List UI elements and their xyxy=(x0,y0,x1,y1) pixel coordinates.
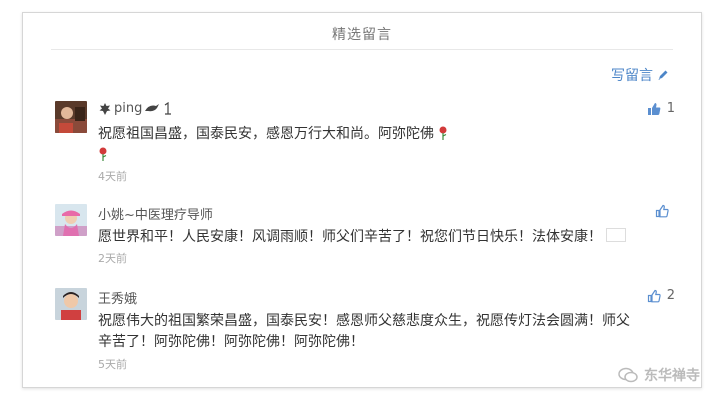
commenter-name: 王秀娥 xyxy=(98,288,137,307)
like-button[interactable]: 1 xyxy=(647,101,675,116)
write-comment-link[interactable]: 写留言 xyxy=(611,65,669,85)
like-button[interactable] xyxy=(655,204,675,218)
commenter-name-text: 小姚~中医理疗导师 xyxy=(98,208,213,223)
comment-time: 2天前 xyxy=(98,252,127,265)
like-count: 2 xyxy=(666,288,675,303)
pencil-icon xyxy=(658,70,668,80)
comment-time: 4天前 xyxy=(98,170,127,183)
comment-item: 小姚~中医理疗导师 愿世界和平！人民安康！风调雨顺！师父们辛苦了！祝您们节日快乐… xyxy=(55,204,675,265)
comment-time: 5天前 xyxy=(98,358,127,371)
comment-content: 祝愿祖国昌盛，国泰民安，感恩万行大和尚。阿弥陀佛 xyxy=(98,124,638,166)
comment-content: 愿世界和平！人民安康！风调雨顺！师父们辛苦了！祝您们节日快乐！法体安康！ xyxy=(98,227,638,248)
dolphin-icon xyxy=(145,103,160,111)
like-count: 1 xyxy=(666,101,675,116)
wechat-icon xyxy=(618,367,638,383)
rose-icon xyxy=(439,126,447,140)
watermark: 东华禅寺 xyxy=(618,365,700,385)
rose-icon xyxy=(99,147,107,161)
comment-item: ping 祝愿祖国昌盛，国泰民安，感恩万行大和尚。阿弥陀佛 4天前 1 xyxy=(55,101,675,183)
comment-content: 祝愿伟大的祖国繁荣昌盛，国泰民安！感恩师父慈悲度众生，祝愿传灯法会圆满！师父 辛… xyxy=(98,313,630,350)
avatar[interactable] xyxy=(55,288,87,320)
commenter-name-text: 王秀娥 xyxy=(98,292,138,307)
avatar[interactable] xyxy=(55,204,87,236)
commenter-name: 小姚~中医理疗导师 xyxy=(98,204,213,223)
section-title: 精选留言 xyxy=(332,27,392,43)
thumbs-up-icon xyxy=(647,102,661,115)
watermark-text: 东华禅寺 xyxy=(644,368,700,384)
comment-item: 王秀娥 祝愿伟大的祖国繁荣昌盛，国泰民安！感恩师父慈悲度众生，祝愿传灯法会圆满！… xyxy=(55,288,675,378)
like-button[interactable]: 2 xyxy=(647,288,675,303)
title-divider xyxy=(51,49,673,50)
thumbs-up-icon xyxy=(655,204,669,218)
write-comment-label: 写留言 xyxy=(611,68,653,84)
thumbs-up-icon xyxy=(647,289,661,302)
avatar[interactable] xyxy=(55,101,87,133)
emoji-placeholder-icon xyxy=(606,228,627,242)
commenter-name: ping xyxy=(98,101,172,116)
number-one-icon xyxy=(165,101,172,115)
leaf-icon xyxy=(99,102,111,115)
comments-card: 精选留言 写留言 ping 祝愿祖国昌盛，国泰民安，感恩万行大和尚。阿弥陀佛 4… xyxy=(22,12,702,388)
commenter-name-text: ping xyxy=(114,101,143,116)
